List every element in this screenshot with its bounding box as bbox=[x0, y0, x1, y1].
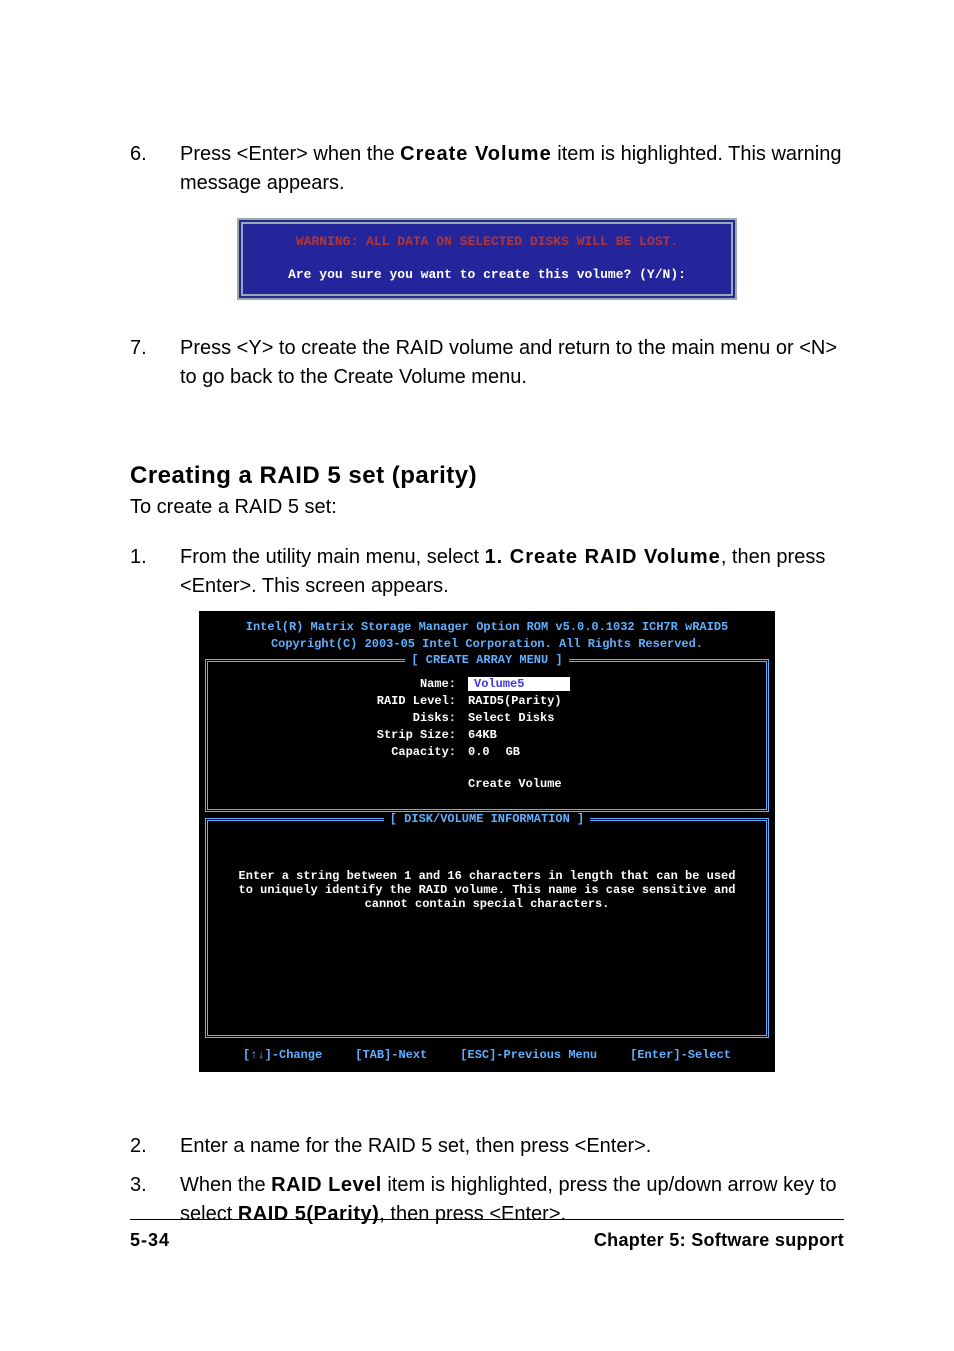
step-number: 7. bbox=[130, 334, 180, 392]
value: Volume5 bbox=[468, 677, 570, 691]
warning-dialog: WARNING: ALL DATA ON SELECTED DISKS WILL… bbox=[237, 218, 737, 300]
step-number: 2. bbox=[130, 1132, 180, 1161]
text: Press <Enter> when the bbox=[180, 143, 400, 165]
value: Select Disks bbox=[468, 711, 554, 725]
info-line: cannot contain special characters. bbox=[236, 897, 738, 911]
label: RAID Level: bbox=[226, 694, 468, 708]
warning-line-1: WARNING: ALL DATA ON SELECTED DISKS WILL… bbox=[257, 234, 717, 249]
create-volume-action[interactable]: Create Volume bbox=[226, 777, 748, 791]
bios-header-line1: Intel(R) Matrix Storage Manager Option R… bbox=[203, 619, 771, 636]
disk-volume-info-panel: [ DISK/VOLUME INFORMATION ] Enter a stri… bbox=[205, 818, 769, 1038]
bold-text: RAID Level bbox=[271, 1174, 382, 1196]
key-hint: [ESC]-Previous Menu bbox=[460, 1048, 597, 1062]
bold-text: 1. Create RAID Volume bbox=[485, 546, 721, 568]
warning-line-2: Are you sure you want to create this vol… bbox=[257, 267, 717, 282]
form-row-disks: Disks: Select Disks bbox=[226, 711, 748, 725]
bold-text: Create Volume bbox=[400, 143, 552, 165]
panel-title: [ CREATE ARRAY MENU ] bbox=[208, 653, 766, 667]
step-body: Enter a name for the RAID 5 set, then pr… bbox=[180, 1132, 844, 1161]
label: Strip Size: bbox=[226, 728, 468, 742]
info-line: Enter a string between 1 and 16 characte… bbox=[236, 869, 738, 883]
form-row-capacity: Capacity: 0.0GB bbox=[226, 745, 748, 759]
section-heading: Creating a RAID 5 set (parity) bbox=[130, 462, 844, 490]
info-line: to uniquely identify the RAID volume. Th… bbox=[236, 883, 738, 897]
bios-screenshot: Intel(R) Matrix Storage Manager Option R… bbox=[199, 611, 775, 1072]
page-footer: 5-34 Chapter 5: Software support bbox=[130, 1219, 844, 1251]
step-6: 6. Press <Enter> when the Create Volume … bbox=[130, 140, 844, 198]
step-number: 1. bbox=[130, 543, 180, 601]
name-input[interactable]: Volume5 bbox=[468, 677, 570, 691]
step-1: 1. From the utility main menu, select 1.… bbox=[130, 543, 844, 601]
panel-title: [ DISK/VOLUME INFORMATION ] bbox=[208, 812, 766, 826]
warning-dialog-screenshot: WARNING: ALL DATA ON SELECTED DISKS WILL… bbox=[237, 218, 737, 300]
chapter-label: Chapter 5: Software support bbox=[594, 1230, 844, 1251]
info-text: Enter a string between 1 and 16 characte… bbox=[226, 833, 748, 1017]
key-bar: [↑↓]-Change [TAB]-Next [ESC]-Previous Me… bbox=[203, 1044, 771, 1068]
value: 0.0GB bbox=[468, 745, 520, 759]
key-hint: [↑↓]-Change bbox=[243, 1048, 322, 1062]
step-number: 6. bbox=[130, 140, 180, 198]
bios-header: Intel(R) Matrix Storage Manager Option R… bbox=[203, 615, 771, 657]
form-row-strip: Strip Size: 64KB bbox=[226, 728, 748, 742]
text: From the utility main menu, select bbox=[180, 546, 485, 568]
label: Capacity: bbox=[226, 745, 468, 759]
value: 64KB bbox=[468, 728, 497, 742]
label: Name: bbox=[226, 677, 468, 691]
form-row-name: Name: Volume5 bbox=[226, 677, 748, 691]
step-body: Press <Y> to create the RAID volume and … bbox=[180, 334, 844, 392]
form-row-raid-level: RAID Level: RAID5(Parity) bbox=[226, 694, 748, 708]
step-body: From the utility main menu, select 1. Cr… bbox=[180, 543, 844, 601]
page-number: 5-34 bbox=[130, 1230, 170, 1251]
step-7: 7. Press <Y> to create the RAID volume a… bbox=[130, 334, 844, 392]
text: When the bbox=[180, 1174, 271, 1196]
label: Disks: bbox=[226, 711, 468, 725]
step-body: Press <Enter> when the Create Volume ite… bbox=[180, 140, 844, 198]
key-hint: [TAB]-Next bbox=[355, 1048, 427, 1062]
section-subtext: To create a RAID 5 set: bbox=[130, 496, 844, 519]
step-2: 2. Enter a name for the RAID 5 set, then… bbox=[130, 1132, 844, 1161]
bios-header-line2: Copyright(C) 2003-05 Intel Corporation. … bbox=[203, 636, 771, 653]
create-array-panel: [ CREATE ARRAY MENU ] Name: Volume5 RAID… bbox=[205, 659, 769, 812]
key-hint: [Enter]-Select bbox=[630, 1048, 731, 1062]
value: RAID5(Parity) bbox=[468, 694, 562, 708]
